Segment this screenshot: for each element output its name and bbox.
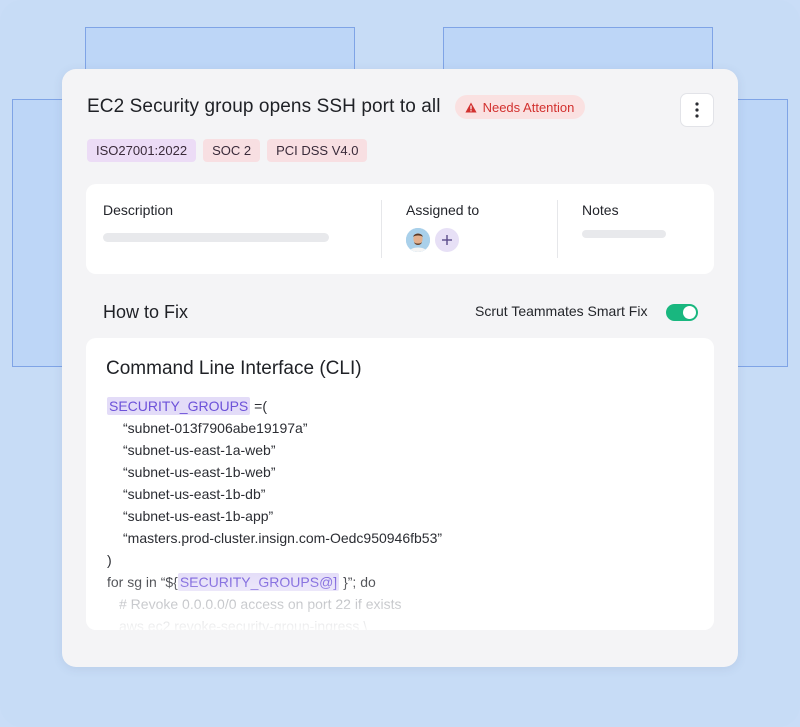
cli-heading: Command Line Interface (CLI): [106, 358, 362, 379]
warning-icon: [464, 102, 477, 112]
notes-placeholder: [582, 230, 666, 238]
for-suffix: }”; do: [339, 574, 376, 590]
code-line: “subnet-us-east-1b-app”: [123, 508, 274, 524]
code-line: “subnet-us-east-1a-web”: [123, 442, 276, 458]
smart-fix-label: Scrut Teammates Smart Fix: [475, 303, 648, 319]
assigned-label: Assigned to: [406, 202, 480, 218]
title-row: EC2 Security group opens SSH port to all…: [87, 95, 586, 119]
code-comment: # Revoke 0.0.0.0/0 access on port 22 if …: [119, 596, 402, 612]
assign-text: =(: [250, 398, 267, 414]
background: EC2 Security group opens SSH port to all…: [0, 0, 800, 727]
code-line: SECURITY_GROUPS =(: [107, 395, 442, 417]
smart-fix-toggle[interactable]: [666, 304, 698, 321]
code-line: aws ec2 revoke-security-group-ingress \: [119, 618, 368, 630]
code-line: “subnet-013f7906abe19197a”: [123, 420, 308, 436]
status-badge-label: Needs Attention: [482, 99, 575, 115]
more-options-button[interactable]: [680, 93, 714, 127]
code-line: “masters.prod-cluster.insign.com-Oedc950…: [123, 530, 443, 546]
how-to-fix-title: How to Fix: [103, 302, 189, 322]
person-icon: [406, 228, 430, 252]
code-line: ): [107, 552, 112, 568]
issue-title: EC2 Security group opens SSH port to all: [87, 96, 441, 117]
notes-label: Notes: [582, 202, 619, 218]
tag-iso[interactable]: ISO27001:2022: [87, 139, 197, 162]
notes-section: Notes: [582, 202, 619, 218]
code-block: SECURITY_GROUPS =( “subnet-013f7906abe19…: [107, 395, 442, 630]
code-line: “subnet-us-east-1b-db”: [123, 486, 266, 502]
code-line: “subnet-us-east-1b-web”: [123, 464, 276, 480]
add-assignee-button[interactable]: [435, 228, 459, 252]
description-section: Description: [103, 202, 173, 218]
info-panel: Description Assigned to Notes: [86, 184, 714, 274]
divider: [557, 200, 558, 258]
compliance-tags: ISO27001:2022 SOC 2 PCI DSS V4.0: [87, 139, 368, 162]
toggle-knob: [683, 306, 696, 319]
for-prefix: for sg in “${: [107, 574, 178, 590]
description-placeholder: [103, 233, 329, 242]
assigned-section: Assigned to: [406, 202, 479, 218]
divider: [381, 200, 382, 258]
tag-soc[interactable]: SOC 2: [203, 139, 261, 162]
issue-card: EC2 Security group opens SSH port to all…: [62, 69, 738, 667]
avatar[interactable]: [406, 228, 430, 252]
cli-code-panel: Command Line Interface (CLI) SECURITY_GR…: [86, 338, 714, 630]
plus-icon: [442, 235, 452, 245]
status-badge: Needs Attention: [454, 95, 586, 119]
description-label: Description: [103, 202, 174, 218]
code-line: for sg in “${SECURITY_GROUPS@] }”; do: [107, 571, 442, 593]
tag-pci[interactable]: PCI DSS V4.0: [267, 139, 368, 162]
variable-highlight: SECURITY_GROUPS: [107, 397, 251, 415]
vertical-dots-icon: [695, 102, 699, 118]
variable-highlight: SECURITY_GROUPS@]: [177, 573, 340, 591]
